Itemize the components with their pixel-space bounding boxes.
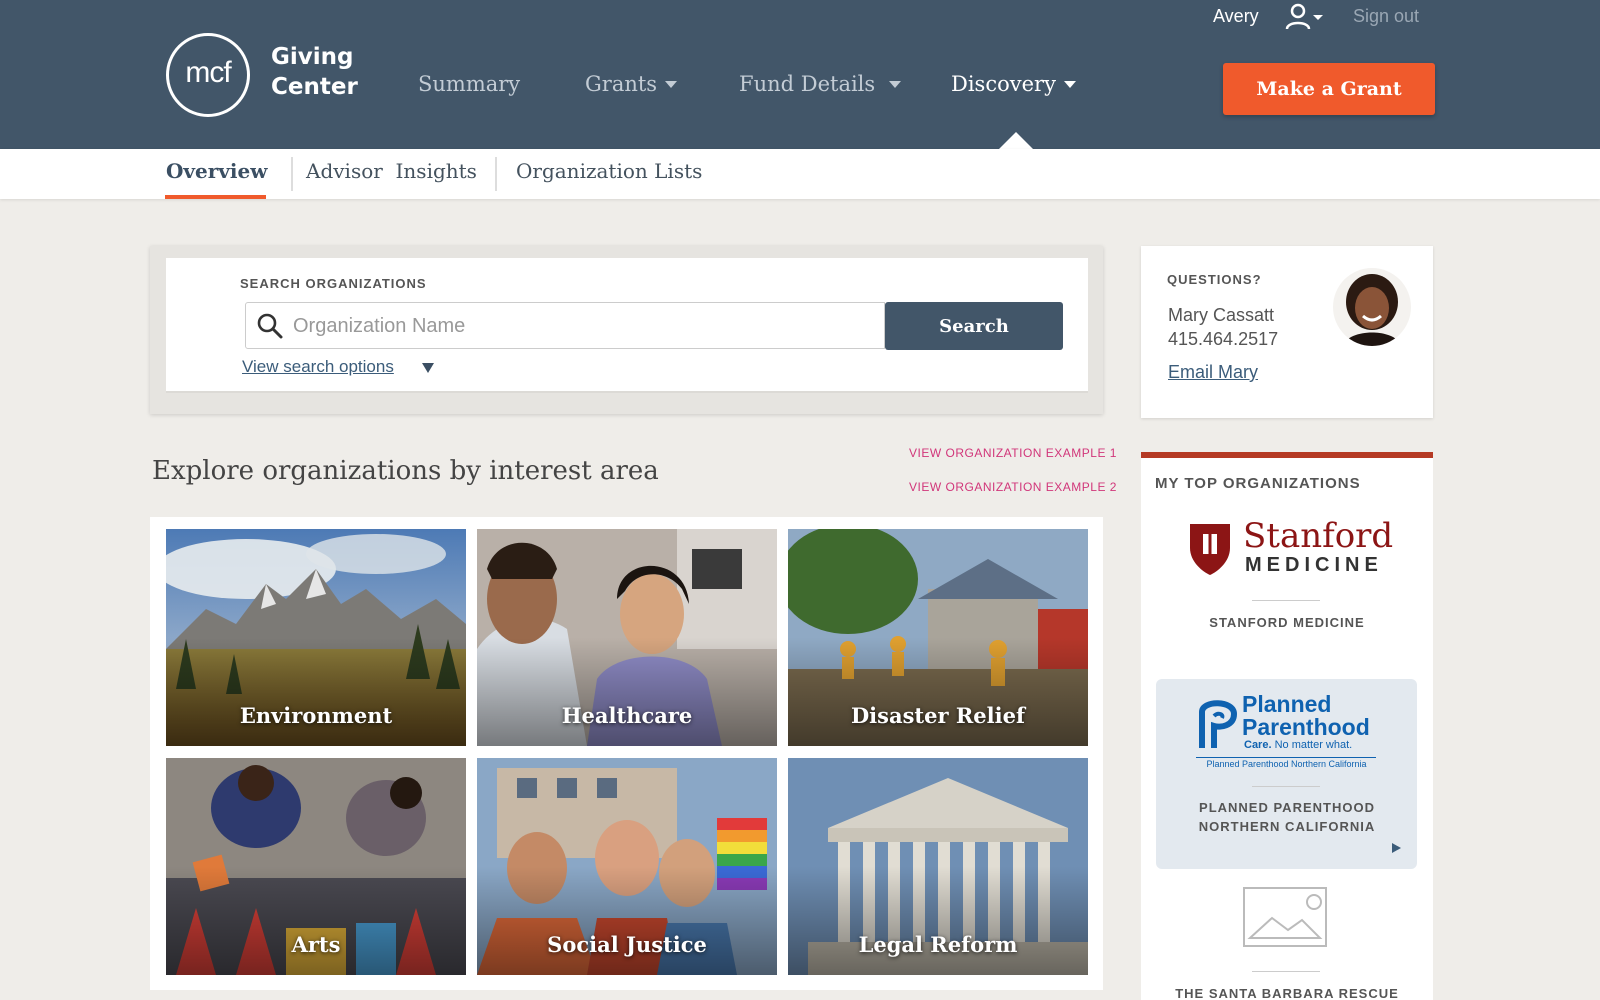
email-advisor-link[interactable]: Email Mary bbox=[1168, 362, 1258, 383]
view-organization-example-2-link[interactable]: VIEW ORGANIZATION EXAMPLE 2 bbox=[909, 480, 1117, 494]
nav-summary[interactable]: Summary bbox=[418, 72, 520, 96]
interest-tile-social-justice[interactable]: Social Justice bbox=[477, 758, 777, 975]
shield-icon bbox=[1190, 524, 1230, 575]
app-name: Giving Center bbox=[271, 42, 358, 102]
user-name[interactable]: Avery bbox=[1213, 6, 1259, 27]
view-search-options-link[interactable]: View search options bbox=[242, 357, 394, 377]
search-label: SEARCH ORGANIZATIONS bbox=[240, 276, 427, 291]
caret-down-icon[interactable] bbox=[422, 363, 434, 373]
nav-grants-label: Grants bbox=[585, 72, 658, 96]
nav-summary-label: Summary bbox=[418, 72, 521, 96]
tile-label: Legal Reform bbox=[858, 932, 1018, 957]
view-organization-example-1-link[interactable]: VIEW ORGANIZATION EXAMPLE 1 bbox=[909, 446, 1117, 460]
pp-tagline-bold: Care. bbox=[1244, 739, 1272, 751]
active-tab-indicator bbox=[165, 195, 266, 199]
active-nav-pointer bbox=[999, 132, 1033, 149]
sub-navigation: Overview Advisor Insights Organization L… bbox=[0, 149, 1600, 199]
nav-fund-details[interactable]: Fund Details bbox=[739, 72, 902, 96]
chevron-down-icon bbox=[889, 80, 902, 88]
org-name-line2: NORTHERN CALIFORNIA bbox=[1198, 819, 1376, 834]
play-arrow-icon[interactable] bbox=[1392, 843, 1401, 853]
advisor-avatar bbox=[1333, 268, 1411, 346]
top-header: Avery Sign out mcf Giving Center Summary… bbox=[0, 0, 1600, 149]
tab-divider bbox=[495, 157, 497, 191]
make-a-grant-button[interactable]: Make a Grant bbox=[1223, 63, 1435, 115]
interest-tile-arts[interactable]: Arts bbox=[166, 758, 466, 975]
nav-discovery-label: Discovery bbox=[951, 72, 1056, 96]
org-name-planned-parenthood[interactable]: PLANNED PARENTHOOD NORTHERN CALIFORNIA bbox=[1141, 798, 1433, 836]
search-button[interactable]: Search bbox=[885, 302, 1063, 350]
app-name-line1: Giving bbox=[271, 44, 354, 70]
search-icon bbox=[256, 312, 284, 340]
org-divider bbox=[1252, 786, 1320, 787]
org-divider bbox=[1252, 971, 1320, 972]
logo-text: mcf bbox=[185, 56, 231, 89]
org-divider bbox=[1252, 600, 1320, 601]
mcf-logo[interactable]: mcf bbox=[166, 33, 250, 117]
interest-tile-disaster-relief[interactable]: Disaster Relief bbox=[788, 529, 1088, 746]
interest-tile-healthcare[interactable]: Healthcare bbox=[477, 529, 777, 746]
tab-advisor-insights[interactable]: Advisor Insights bbox=[306, 159, 477, 183]
app-name-line2: Center bbox=[271, 74, 358, 100]
tab-organization-lists[interactable]: Organization Lists bbox=[516, 159, 702, 183]
stanford-medicine-logo[interactable]: Stanford MEDICINE bbox=[1187, 516, 1417, 580]
pp-tagline-rest: No matter what. bbox=[1271, 739, 1353, 751]
tab-divider bbox=[291, 157, 293, 191]
nav-discovery[interactable]: Discovery bbox=[951, 72, 1076, 96]
nav-grants[interactable]: Grants bbox=[585, 72, 678, 96]
stanford-logo-subtext: MEDICINE bbox=[1245, 554, 1383, 576]
tile-label: Healthcare bbox=[561, 703, 693, 728]
tile-label: Social Justice bbox=[547, 932, 707, 957]
org-name-line1: PLANNED PARENTHOOD bbox=[1199, 800, 1375, 815]
questions-label: QUESTIONS? bbox=[1167, 272, 1262, 287]
stanford-logo-text: Stanford bbox=[1243, 516, 1394, 556]
tile-label: Disaster Relief bbox=[850, 703, 1026, 728]
pp-logo-tagline: Care. No matter what. bbox=[1244, 739, 1352, 751]
tile-label: Environment bbox=[239, 703, 393, 728]
user-menu-icon[interactable] bbox=[1285, 2, 1325, 32]
org-name-stanford[interactable]: STANFORD MEDICINE bbox=[1141, 613, 1433, 632]
org-name-santa-barbara-rescue[interactable]: THE SANTA BARBARA RESCUE bbox=[1141, 984, 1433, 1000]
image-placeholder-icon bbox=[1242, 886, 1328, 948]
pp-logo-line1: Planned bbox=[1242, 691, 1332, 717]
advisor-phone: 415.464.2517 bbox=[1168, 329, 1279, 349]
pp-logo-subtext: Planned Parenthood Northern California bbox=[1206, 759, 1367, 769]
pp-logo-rule bbox=[1196, 757, 1376, 758]
sign-out-link[interactable]: Sign out bbox=[1353, 6, 1419, 27]
tab-overview[interactable]: Overview bbox=[166, 159, 267, 183]
chevron-down-icon bbox=[1063, 80, 1076, 88]
top-organizations-label: MY TOP ORGANIZATIONS bbox=[1155, 475, 1361, 492]
planned-parenthood-mark-icon bbox=[1199, 700, 1238, 748]
pp-logo-line2: Parenthood bbox=[1242, 714, 1370, 740]
tile-label: Arts bbox=[291, 932, 341, 957]
explore-title: Explore organizations by interest area bbox=[152, 456, 659, 486]
interest-tile-legal-reform[interactable]: Legal Reform bbox=[788, 758, 1088, 975]
search-field[interactable] bbox=[245, 302, 885, 349]
chevron-down-icon bbox=[665, 80, 678, 88]
search-input[interactable] bbox=[293, 311, 873, 341]
advisor-name: Mary Cassatt bbox=[1168, 305, 1275, 325]
interest-tile-environment[interactable]: Environment bbox=[166, 529, 466, 746]
nav-fund-details-label: Fund Details bbox=[739, 72, 876, 96]
